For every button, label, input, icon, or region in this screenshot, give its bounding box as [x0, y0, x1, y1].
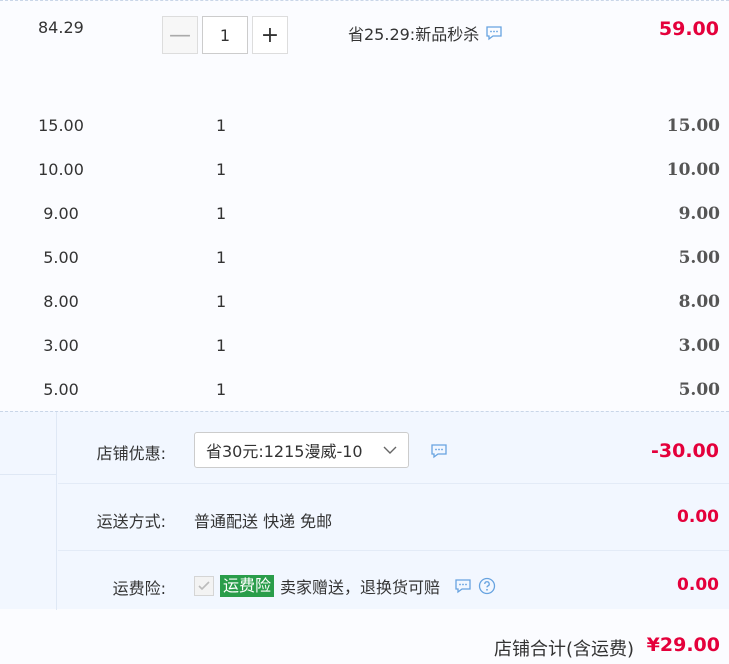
item-qty: 1: [216, 248, 227, 267]
item-total: 3.00: [678, 336, 720, 356]
quantity-input[interactable]: 1: [202, 16, 248, 54]
item-qty: 1: [216, 336, 227, 355]
list-item: 8.00 1 8.00: [0, 280, 729, 324]
shop-total-bar: 店铺合计(含运费) ¥29.00: [0, 610, 729, 664]
list-item: 5.00 1 5.00: [0, 368, 729, 412]
gutter-segment: [0, 412, 57, 475]
item-qty: 1: [216, 160, 227, 179]
chevron-down-icon: [382, 442, 398, 458]
check-icon: [198, 581, 210, 591]
list-item: 3.00 1 3.00: [0, 324, 729, 368]
promo-info: 省25.29:新品秒杀: [348, 21, 503, 45]
item-price: 15.00: [38, 116, 84, 135]
shop-total-amount: ¥29.00: [646, 634, 720, 656]
item-subtotal: 59.00: [658, 18, 719, 40]
item-total: 15.00: [666, 116, 720, 136]
item-total: 9.00: [678, 204, 720, 224]
item-price: 8.00: [43, 292, 79, 311]
insurance-option: 运费险 卖家赠送，退换货可赔: [194, 574, 496, 598]
item-total: 8.00: [678, 292, 720, 312]
item-qty: 1: [216, 292, 227, 311]
insurance-amount: 0.00: [677, 575, 719, 595]
shipping-row: 运送方式: 普通配送 快递 免邮 0.00: [58, 484, 729, 551]
promo-text: 省25.29:新品秒杀: [348, 25, 480, 44]
summary-gutter: [0, 412, 57, 610]
shop-discount-amount: -30.00: [651, 440, 719, 462]
insurance-label: 运费险:: [112, 579, 166, 598]
decrease-quantity-button[interactable]: —: [162, 16, 198, 54]
message-icon[interactable]: [454, 577, 472, 595]
shop-discount-select[interactable]: 省30元:1215漫威-10: [194, 432, 409, 468]
item-price: 10.00: [38, 160, 84, 179]
shop-total-label: 店铺合计(含运费): [493, 639, 634, 660]
insurance-checkbox[interactable]: [194, 576, 214, 596]
unit-price: 84.29: [38, 18, 84, 37]
item-qty: 1: [216, 380, 227, 399]
item-total: 5.00: [678, 248, 720, 268]
list-item: 9.00 1 9.00: [0, 192, 729, 236]
insurance-row: 运费险: 运费险 卖家赠送，退换货可赔 0.00: [58, 551, 729, 610]
item-price: 5.00: [43, 248, 79, 267]
item-price: 5.00: [43, 380, 79, 399]
item-qty: 1: [216, 116, 227, 135]
divider: [0, 0, 729, 1]
insurance-badge: 运费险: [220, 575, 275, 597]
shipping-method: 普通配送 快递 免邮: [194, 512, 333, 531]
list-item: 10.00 1 10.00: [0, 148, 729, 192]
increase-quantity-button[interactable]: +: [252, 16, 288, 54]
help-icon[interactable]: [478, 577, 496, 595]
order-item-panel: 84.29 — 1 + 省25.29:新品秒杀 59.00 15.00 1 15…: [0, 0, 729, 664]
shipping-amount: 0.00: [677, 507, 719, 527]
item-total: 5.00: [678, 380, 720, 400]
shipping-label: 运送方式:: [96, 512, 166, 531]
shop-discount-row: 店铺优惠: 省30元:1215漫威-10 -30.00: [58, 412, 729, 484]
order-summary: 店铺优惠: 省30元:1215漫威-10 -30.00 运送方式: 普通配送 快…: [0, 411, 729, 610]
shop-discount-value: 省30元:1215漫威-10: [206, 442, 363, 461]
list-item: 15.00 1 15.00: [0, 104, 729, 148]
message-icon[interactable]: [430, 442, 448, 460]
list-item: 5.00 1 5.00: [0, 236, 729, 280]
item-price: 9.00: [43, 204, 79, 223]
item-price: 3.00: [43, 336, 79, 355]
quantity-stepper: — 1 +: [162, 16, 288, 54]
message-icon[interactable]: [485, 24, 503, 42]
item-qty: 1: [216, 204, 227, 223]
shop-discount-label: 店铺优惠:: [96, 444, 166, 463]
insurance-text: 卖家赠送，退换货可赔: [280, 578, 441, 597]
item-list: 15.00 1 15.00 10.00 1 10.00 9.00 1 9.00 …: [0, 104, 729, 412]
item-total: 10.00: [666, 160, 720, 180]
